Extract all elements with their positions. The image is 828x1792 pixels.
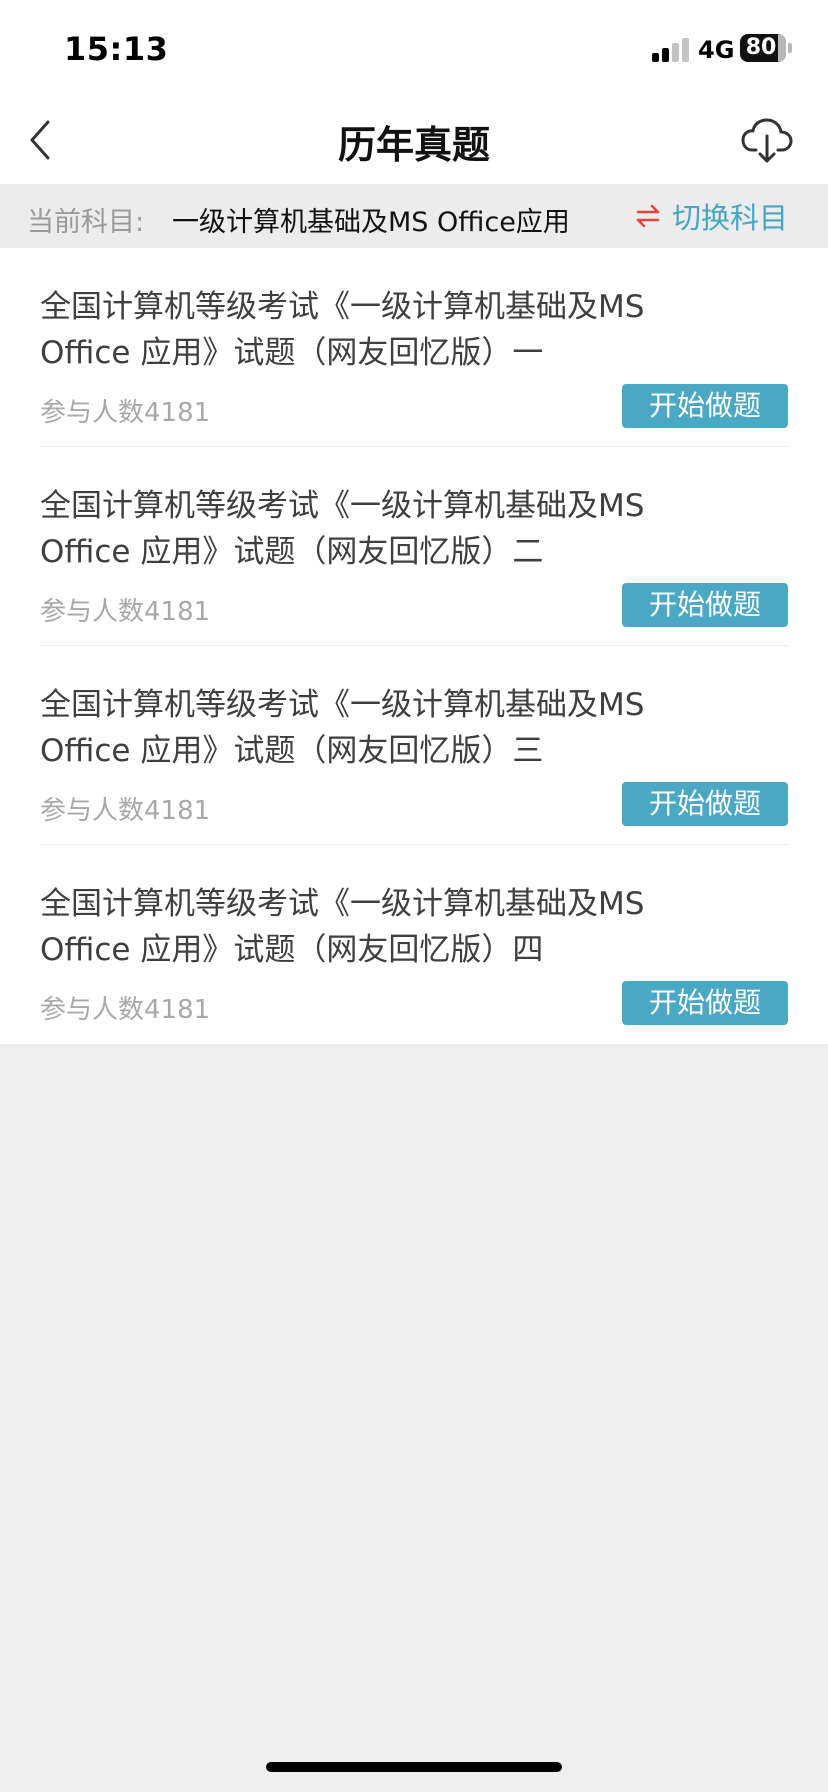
- participant-count: 参与人数4181: [40, 995, 211, 1025]
- exam-title[interactable]: 全国计算机等级考试《一级计算机基础及MS Office 应用》试题（网友回忆版）…: [40, 881, 740, 973]
- start-exam-button[interactable]: 开始做题: [622, 782, 788, 826]
- subject-bar: 当前科目: 一级计算机基础及MS Office应用 切换科目: [0, 184, 828, 248]
- nav-bar: 历年真题: [0, 96, 828, 184]
- cellular-signal-icon: [652, 38, 692, 62]
- status-bar: 15:13 4G 80: [0, 0, 828, 96]
- exam-title[interactable]: 全国计算机等级考试《一级计算机基础及MS Office 应用》试题（网友回忆版）…: [40, 483, 740, 575]
- switch-subject-label: 切换科目: [672, 201, 789, 235]
- status-time: 15:13: [64, 30, 169, 68]
- participant-count: 参与人数4181: [40, 796, 211, 826]
- exam-list-item: 全国计算机等级考试《一级计算机基础及MS Office 应用》试题（网友回忆版）…: [40, 646, 788, 845]
- exam-title[interactable]: 全国计算机等级考试《一级计算机基础及MS Office 应用》试题（网友回忆版）…: [40, 284, 740, 376]
- home-indicator[interactable]: [266, 1762, 562, 1772]
- participant-count: 参与人数4181: [40, 398, 211, 428]
- exam-list-item: 全国计算机等级考试《一级计算机基础及MS Office 应用》试题（网友回忆版）…: [40, 447, 788, 646]
- download-button[interactable]: [740, 114, 794, 168]
- screen: 15:13 4G 80 历年真题 当前科目: 一级计算机基础及MS Office…: [0, 0, 828, 1792]
- current-subject-value: 一级计算机基础及MS Office应用: [172, 207, 570, 238]
- start-exam-button[interactable]: 开始做题: [622, 583, 788, 627]
- switch-subject-button[interactable]: 切换科目: [634, 194, 788, 238]
- page-title: 历年真题: [337, 123, 490, 167]
- exam-title[interactable]: 全国计算机等级考试《一级计算机基础及MS Office 应用》试题（网友回忆版）…: [40, 682, 740, 774]
- participant-count: 参与人数4181: [40, 597, 211, 627]
- swap-arrows-icon: [636, 204, 660, 228]
- exam-list-item: 全国计算机等级考试《一级计算机基础及MS Office 应用》试题（网友回忆版）…: [40, 248, 788, 447]
- start-exam-button[interactable]: 开始做题: [622, 981, 788, 1025]
- exam-list-item: 全国计算机等级考试《一级计算机基础及MS Office 应用》试题（网友回忆版）…: [40, 845, 788, 1044]
- current-subject-label: 当前科目:: [27, 207, 145, 238]
- battery-icon: 80: [740, 34, 786, 62]
- exam-list: 全国计算机等级考试《一级计算机基础及MS Office 应用》试题（网友回忆版）…: [0, 248, 828, 1044]
- cloud-download-icon: [741, 118, 793, 163]
- battery-tip: [788, 43, 792, 53]
- start-exam-button[interactable]: 开始做题: [622, 384, 788, 428]
- network-type: 4G: [698, 36, 735, 64]
- battery-level: 80: [745, 35, 777, 60]
